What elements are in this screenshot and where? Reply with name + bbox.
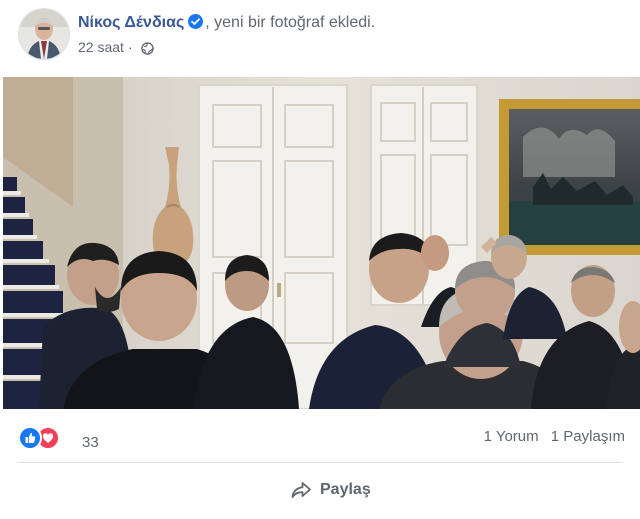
photo-image (3, 77, 640, 409)
engagement-counts: 1 Yorum 1 Paylaşım (476, 428, 625, 445)
post-stats-bar: 33 1 Yorum 1 Paylaşım (0, 420, 640, 454)
share-button[interactable]: Paylaş (290, 478, 371, 502)
share-arrow-icon (291, 482, 311, 498)
shares-count-link[interactable]: 1 Paylaşım (551, 428, 625, 445)
post-header: Νίκος Δένδιας , yeni bir fotoğraf ekledi.… (0, 0, 640, 76)
avatar-image (19, 9, 69, 59)
actions-divider (18, 462, 622, 463)
post-photo[interactable] (3, 77, 640, 409)
share-button-label: Paylaş (320, 481, 371, 498)
meta-separator: · (127, 39, 133, 55)
like-icon (18, 426, 42, 450)
globe-icon[interactable] (140, 42, 154, 58)
post-title-line: Νίκος Δένδιας , yeni bir fotoğraf ekledi. (78, 14, 375, 34)
comments-count-link[interactable]: 1 Yorum (484, 428, 539, 445)
author-name-link[interactable]: Νίκος Δένδιας (78, 14, 184, 31)
post-action-text: , yeni bir fotoğraf ekledi. (205, 14, 376, 31)
post-timestamp-link[interactable]: 22 saat (78, 39, 124, 55)
post-meta: 22 saat · (78, 39, 154, 58)
reaction-count: 33 (82, 434, 99, 451)
verified-badge-icon (188, 14, 204, 34)
post-card: Νίκος Δένδιας , yeni bir fotoğraf ekledi.… (0, 0, 640, 519)
author-avatar[interactable] (18, 8, 70, 60)
